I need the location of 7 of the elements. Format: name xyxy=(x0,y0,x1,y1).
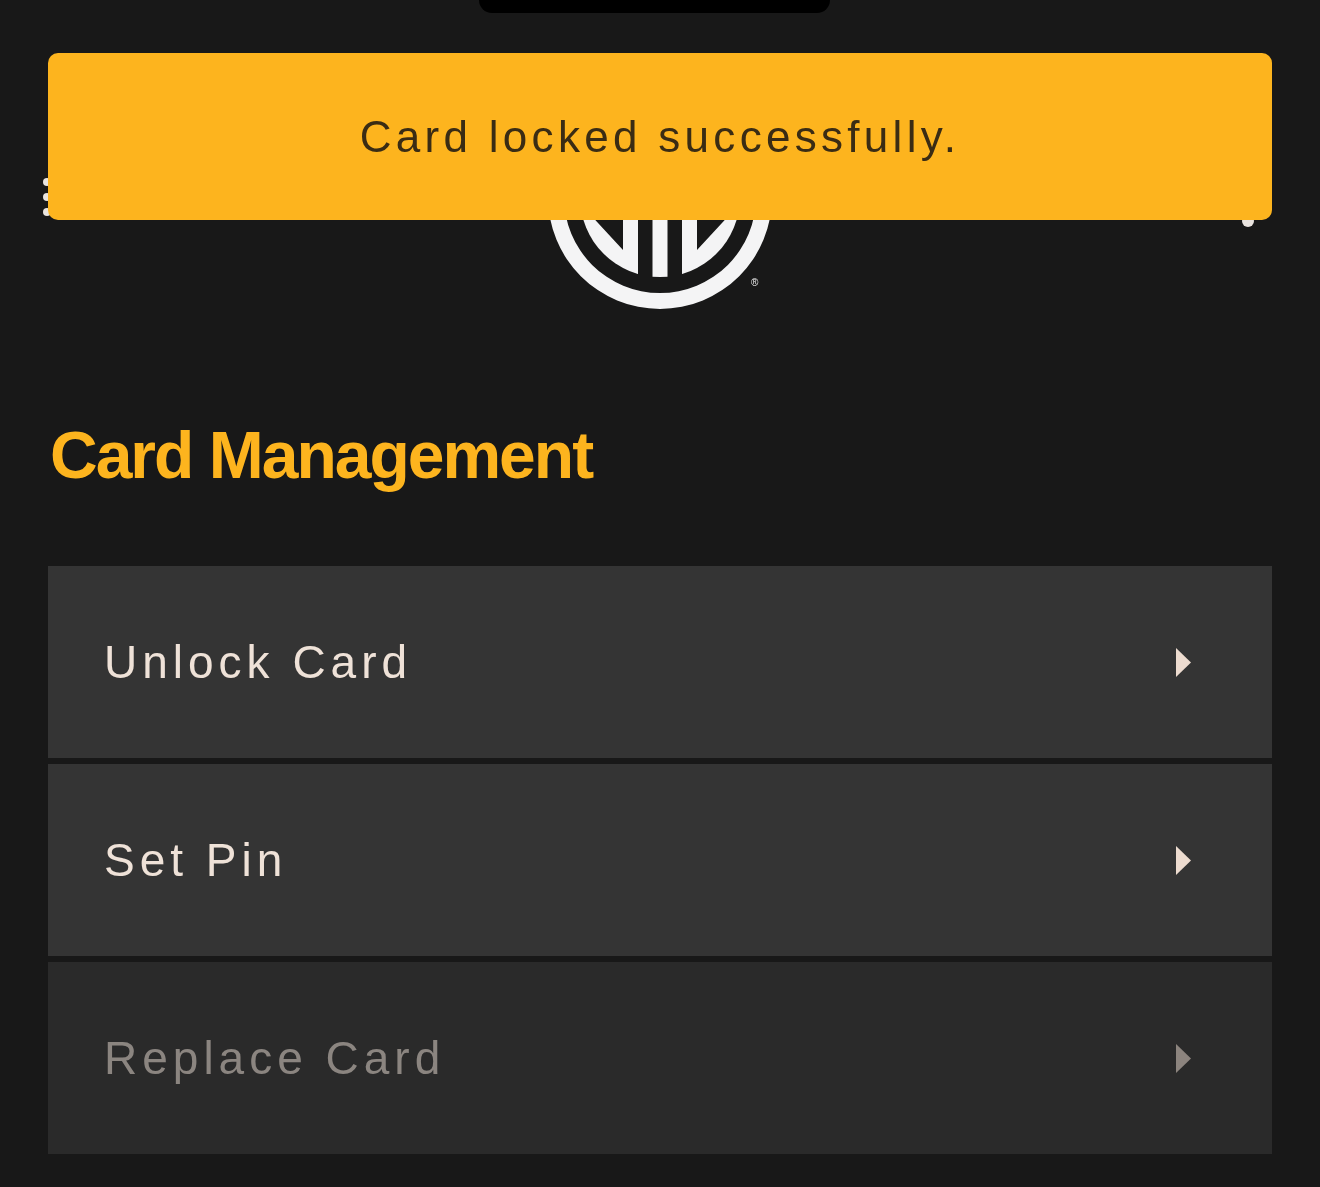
chevron-right-icon xyxy=(1176,647,1191,677)
menu-item[interactable]: Set Pin xyxy=(48,764,1272,956)
chevron-right-icon xyxy=(1176,1043,1191,1073)
registered-mark: ® xyxy=(751,278,759,288)
success-toast: Card locked successfully. xyxy=(48,53,1272,220)
menu-item[interactable]: Unlock Card xyxy=(48,566,1272,758)
chevron-right-icon xyxy=(1176,845,1191,875)
